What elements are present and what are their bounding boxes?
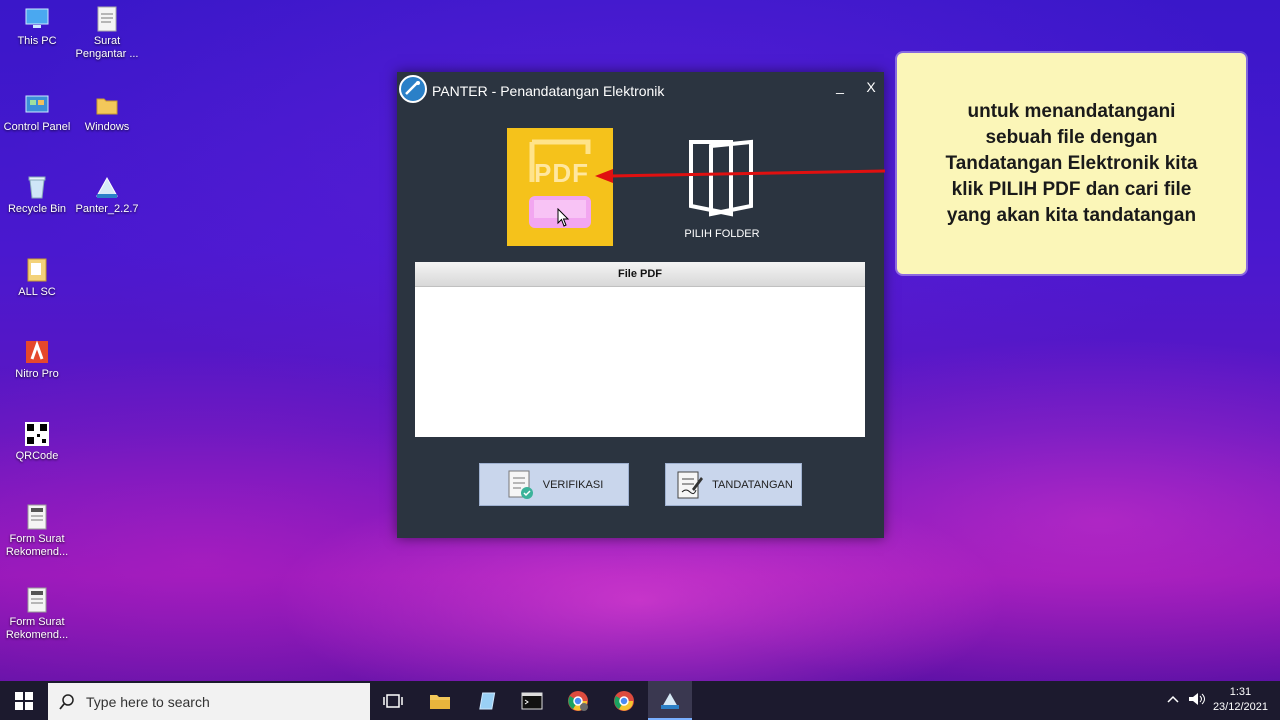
close-button[interactable]: X bbox=[862, 79, 880, 95]
desktop-icon-all-sc[interactable]: ALL SC bbox=[2, 257, 72, 299]
this-pc-icon bbox=[24, 6, 50, 32]
panter-logo-icon bbox=[399, 75, 427, 103]
desktop-icon-label: Recycle Bin bbox=[7, 203, 67, 215]
terminal-icon bbox=[521, 692, 543, 709]
desktop-icon-label: ALL SC bbox=[18, 286, 56, 298]
verifikasi-label: VERIFIKASI bbox=[542, 478, 604, 491]
desktop-icon-label: This PC bbox=[17, 35, 57, 47]
desktop-icon-nitro-pro[interactable]: Nitro Pro bbox=[2, 339, 72, 381]
instruction-callout: untuk menandatangani sebuah file dengan … bbox=[897, 53, 1246, 274]
panter-app-icon bbox=[94, 174, 120, 200]
callout-line: klik PILIH PDF dan cari file bbox=[951, 178, 1192, 200]
desktop-icon-control-panel[interactable]: Control Panel bbox=[2, 92, 72, 134]
desktop-icon-windows[interactable]: Windows bbox=[72, 92, 142, 134]
chrome-alt-icon bbox=[568, 690, 588, 711]
desktop-icon-form-surat-1[interactable]: Form Surat Rekomend... bbox=[2, 504, 72, 559]
annotation-arrow bbox=[595, 169, 885, 183]
file-explorer-button[interactable] bbox=[418, 681, 462, 720]
minimize-button[interactable]: _ bbox=[831, 78, 849, 94]
document-icon bbox=[94, 6, 120, 32]
control-panel-icon bbox=[24, 92, 50, 118]
recycle-bin-icon bbox=[24, 174, 50, 200]
chrome-icon bbox=[614, 690, 634, 711]
desktop-icon-form-surat-2[interactable]: Form Surat Rekomend... bbox=[2, 587, 72, 642]
window-titlebar[interactable]: PANTER - Penandatangan Elektronik _ X bbox=[397, 72, 884, 108]
document-icon bbox=[24, 587, 50, 613]
desktop-icon-label: Panter_2.2.7 bbox=[75, 203, 139, 215]
nitro-pro-icon bbox=[24, 339, 50, 365]
folder-icon bbox=[24, 257, 50, 283]
pilih-pdf-button[interactable]: PDF bbox=[507, 128, 613, 246]
verifikasi-button[interactable]: VERIFIKASI bbox=[479, 463, 629, 506]
callout-line: sebuah file dengan bbox=[985, 126, 1158, 148]
taskbar-clock[interactable]: 1:31 23/12/2021 bbox=[1213, 685, 1268, 715]
mouse-cursor-icon bbox=[557, 208, 570, 227]
clock-date: 23/12/2021 bbox=[1212, 701, 1268, 713]
taskbar-search-box[interactable]: Type here to search bbox=[48, 683, 370, 720]
desktop-icon-label: Windows bbox=[84, 121, 130, 133]
desktop-icon-recycle-bin[interactable]: Recycle Bin bbox=[2, 174, 72, 216]
folder-icon bbox=[94, 92, 120, 118]
chrome-alt-button[interactable] bbox=[556, 681, 600, 720]
pdf-tile-text: PDF bbox=[534, 158, 589, 188]
desktop-icon-qrcode[interactable]: QRCode bbox=[2, 421, 72, 463]
desktop-icon-surat-pengantar[interactable]: Surat Pengantar ... bbox=[72, 6, 142, 61]
desktop-icon-label: Surat Pengantar ... bbox=[75, 35, 139, 60]
task-view-icon bbox=[383, 693, 403, 708]
desktop-icon-panter[interactable]: Panter_2.2.7 bbox=[72, 174, 142, 216]
file-pdf-table[interactable]: File PDF bbox=[415, 262, 865, 437]
chrome-button[interactable] bbox=[602, 681, 646, 720]
desktop-icon-label: Form Surat Rekomend... bbox=[5, 533, 69, 558]
desktop-icon-label: Form Surat Rekomend... bbox=[5, 616, 69, 641]
search-icon bbox=[59, 693, 74, 710]
desktop-icon-label: Nitro Pro bbox=[15, 368, 59, 380]
verify-document-icon bbox=[508, 470, 533, 499]
notepad-icon bbox=[479, 692, 496, 709]
desktop-icon-label: QRCode bbox=[15, 450, 59, 462]
tandatangan-label: TANDATANGAN bbox=[712, 478, 793, 491]
panter-taskbar-button[interactable] bbox=[648, 681, 692, 720]
tray-overflow-chevron-icon[interactable] bbox=[1167, 693, 1179, 707]
panter-taskbar-icon bbox=[661, 692, 679, 709]
windows-logo-icon bbox=[15, 691, 33, 710]
qrcode-icon bbox=[24, 421, 50, 447]
desktop-icon-this-pc[interactable]: This PC bbox=[2, 6, 72, 48]
file-explorer-icon bbox=[430, 694, 450, 709]
search-placeholder: Type here to search bbox=[86, 693, 210, 710]
clock-time: 1:31 bbox=[1229, 686, 1252, 698]
tandatangan-button[interactable]: TANDATANGAN bbox=[665, 463, 802, 506]
pilih-folder-button[interactable]: PILIH FOLDER bbox=[677, 138, 767, 248]
callout-line: yang akan kita tandatangan bbox=[946, 204, 1197, 226]
document-icon bbox=[24, 504, 50, 530]
panter-window: PANTER - Penandatangan Elektronik _ X PD… bbox=[397, 72, 884, 538]
taskbar: Type here to search 1:31 23/12/2021 bbox=[0, 681, 1280, 720]
file-pdf-column-header: File PDF bbox=[415, 262, 865, 287]
callout-line: Tandatangan Elektronik kita bbox=[945, 152, 1198, 174]
terminal-button[interactable] bbox=[510, 681, 554, 720]
window-title: PANTER - Penandatangan Elektronik bbox=[432, 83, 665, 99]
notepad-button[interactable] bbox=[464, 681, 508, 720]
start-button[interactable] bbox=[0, 681, 48, 720]
task-view-button[interactable] bbox=[371, 681, 415, 720]
sign-document-icon bbox=[677, 471, 704, 498]
callout-line: untuk menandatangani bbox=[967, 100, 1176, 122]
desktop-icon-label: Control Panel bbox=[3, 121, 71, 133]
volume-icon[interactable] bbox=[1188, 692, 1206, 709]
pilih-folder-label: PILIH FOLDER bbox=[684, 228, 760, 240]
